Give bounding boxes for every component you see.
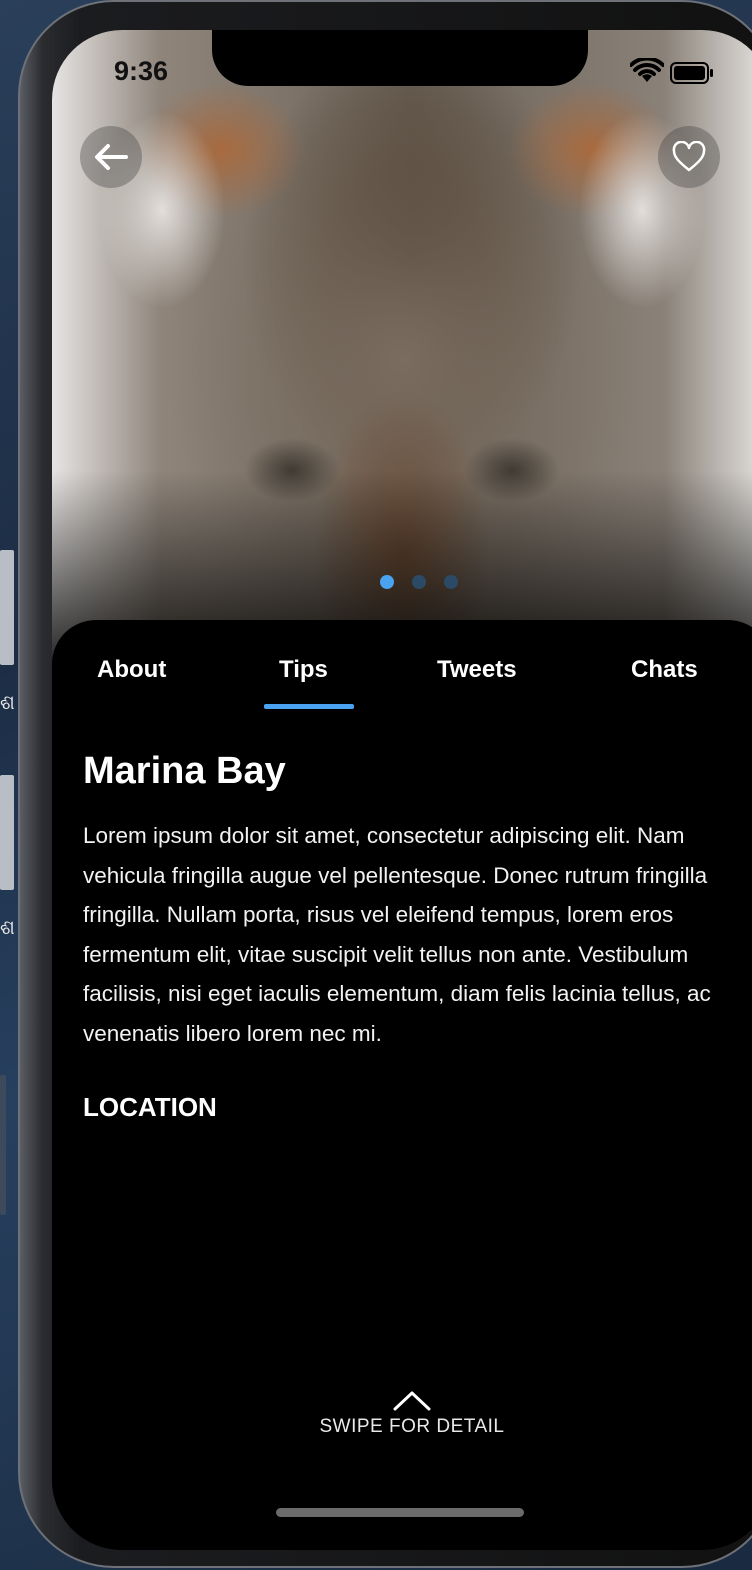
back-button[interactable]	[80, 126, 142, 188]
desktop-label-fragment: ଶ	[0, 690, 15, 714]
page-dot[interactable]	[412, 575, 426, 589]
hero-photo[interactable]	[52, 30, 752, 670]
tab-chats[interactable]: Chats	[631, 656, 698, 684]
active-tab-indicator	[264, 704, 354, 709]
swipe-label: SWIPE FOR DETAIL	[319, 1416, 505, 1437]
arrow-left-icon	[95, 144, 128, 170]
tab-bar: About Tips Tweets Chats	[52, 648, 752, 708]
home-indicator[interactable]	[276, 1508, 524, 1517]
app-screen: 9:36 About Tips Tweets Chats Marina Bay …	[52, 30, 752, 1550]
favorite-button[interactable]	[658, 126, 720, 188]
page-dot[interactable]	[444, 575, 458, 589]
desktop-label-fragment: ଶ	[0, 915, 15, 939]
tab-tweets[interactable]: Tweets	[437, 656, 517, 684]
desktop-widget	[0, 1075, 6, 1215]
page-dot[interactable]	[380, 575, 394, 589]
wifi-icon	[630, 58, 664, 82]
page-title: Marina Bay	[83, 750, 286, 792]
device-notch	[212, 30, 588, 86]
desktop-thumbnail	[0, 775, 14, 890]
swipe-for-detail[interactable]: SWIPE FOR DETAIL	[52, 1390, 752, 1438]
battery-icon	[670, 62, 713, 84]
desktop-thumbnail	[0, 550, 14, 665]
heart-outline-icon	[672, 141, 706, 172]
status-time: 9:36	[114, 56, 169, 86]
description-text: Lorem ipsum dolor sit amet, consectetur …	[83, 823, 711, 1046]
location-heading: LOCATION	[83, 1092, 217, 1122]
tab-tips[interactable]: Tips	[279, 656, 328, 684]
detail-sheet: About Tips Tweets Chats Marina Bay Lorem…	[52, 620, 752, 1550]
page-indicator[interactable]	[380, 575, 458, 589]
tab-about[interactable]: About	[97, 656, 166, 684]
chevron-up-icon	[393, 1391, 431, 1411]
